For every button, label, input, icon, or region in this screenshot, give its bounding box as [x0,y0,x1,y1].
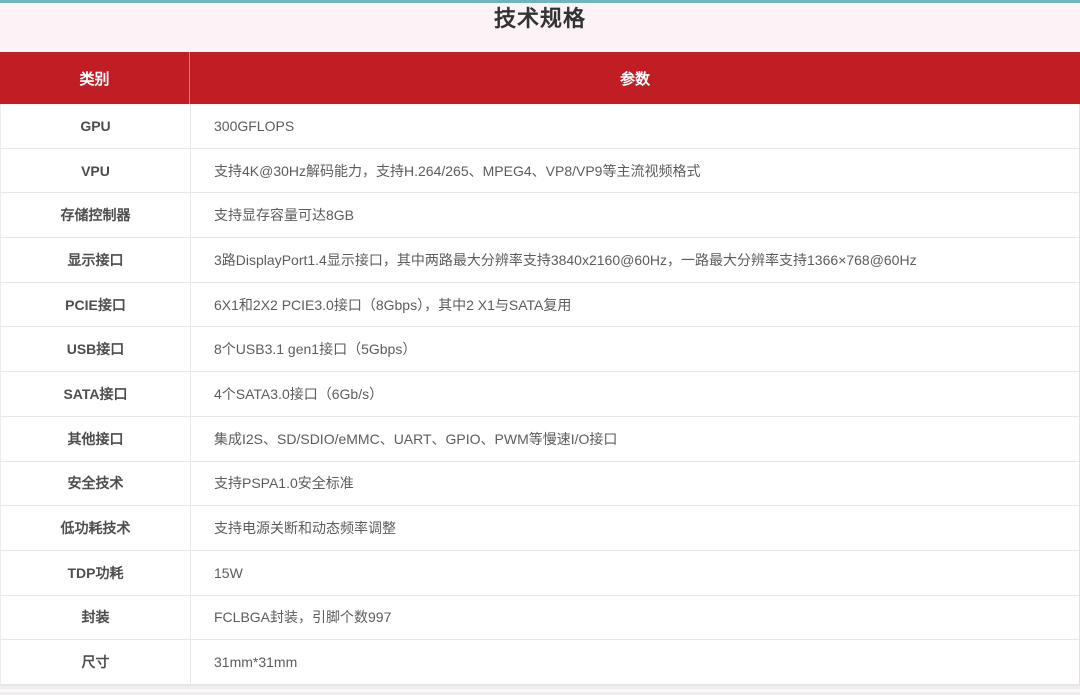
parameter-cell: 4个SATA3.0接口（6Gb/s） [214,385,384,402]
table-row: PCIE接口 6X1和2X2 PCIE3.0接口（8Gbps），其中2 X1与S… [1,282,1079,328]
parameter-cell: 6X1和2X2 PCIE3.0接口（8Gbps），其中2 X1与SATA复用 [214,296,572,313]
table-row: 尺寸 31mm*31mm [1,640,1079,685]
page-title: 技术规格 [493,6,586,31]
horizontal-scrollbar[interactable] [0,684,1080,695]
category-cell: GPU [1,104,191,148]
category-cell: VPU [1,148,191,193]
category-cell: SATA接口 [1,372,191,416]
category-cell: PCIE接口 [1,282,191,327]
category-cell: 尺寸 [1,640,191,684]
parameter-cell: 支持显存容量可达8GB [214,207,355,224]
parameter-cell: 15W [214,564,243,581]
table-row: VPU 支持4K@30Hz解码能力，支持H.264/265、MPEG4、VP8/… [1,148,1079,194]
category-cell: 显示接口 [1,238,191,282]
table-row: 安全技术 支持PSPA1.0安全标准 [1,461,1079,507]
column-header-category: 类别 [0,52,190,104]
table-row: 存储控制器 支持显存容量可达8GB [1,193,1079,239]
parameter-cell: 31mm*31mm [214,654,298,671]
table-row: TDP功耗 15W [1,550,1079,596]
table-row: 显示接口 3路DisplayPort1.4显示接口，其中两路最大分辨率支持384… [1,238,1079,283]
parameter-cell: 支持电源关断和动态频率调整 [214,520,396,537]
table-header-row: 类别 参数 [0,52,1080,104]
parameter-cell: 3路DisplayPort1.4显示接口，其中两路最大分辨率支持3840x216… [214,251,917,268]
table-row: GPU 300GFLOPS [1,104,1079,149]
parameter-cell: 8个USB3.1 gen1接口（5Gbps） [214,341,417,358]
category-cell: TDP功耗 [1,550,191,595]
table-row: 封装 FCLBGA封装，引脚个数997 [1,595,1079,641]
table-row: 低功耗技术 支持电源关断和动态频率调整 [1,506,1079,551]
category-cell: 其他接口 [1,416,191,461]
category-cell: 存储控制器 [1,193,191,238]
table-row: USB接口 8个USB3.1 gen1接口（5Gbps） [1,327,1079,373]
category-cell: 低功耗技术 [1,506,191,550]
parameter-cell: 支持4K@30Hz解码能力，支持H.264/265、MPEG4、VP8/VP9等… [214,162,701,179]
table-body: GPU 300GFLOPS VPU 支持4K@30Hz解码能力，支持H.264/… [0,104,1080,685]
parameter-cell: 集成I2S、SD/SDIO/eMMC、UART、GPIO、PWM等慢速I/O接口 [214,430,618,447]
spec-table: 类别 参数 GPU 300GFLOPS VPU 支持4K@30Hz解码能力，支持… [0,52,1080,685]
category-cell: USB接口 [1,327,191,372]
table-row: SATA接口 4个SATA3.0接口（6Gb/s） [1,372,1079,417]
table-row: 其他接口 集成I2S、SD/SDIO/eMMC、UART、GPIO、PWM等慢速… [1,416,1079,462]
category-cell: 安全技术 [1,461,191,506]
parameter-cell: FCLBGA封装，引脚个数997 [214,609,392,626]
page-header: 技术规格 [0,3,1080,52]
parameter-cell: 支持PSPA1.0安全标准 [214,475,354,492]
category-cell: 封装 [1,595,191,640]
column-header-parameter: 参数 [619,70,650,88]
parameter-cell: 300GFLOPS [214,117,295,134]
